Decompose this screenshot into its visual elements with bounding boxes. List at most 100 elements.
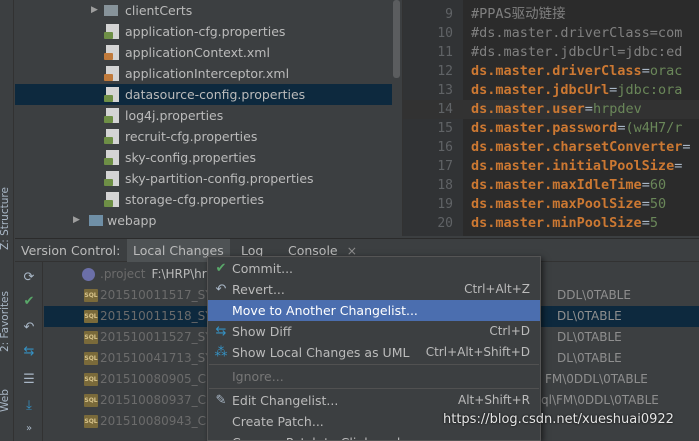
property-value: 50: [649, 196, 667, 212]
tree-item[interactable]: application-cfg.properties: [15, 21, 401, 42]
code-text: ds.master.initialPoolSize=: [471, 157, 682, 176]
code-text: #ds.master.driverClass=com: [471, 24, 682, 43]
sql-file-icon: SQL: [84, 289, 98, 302]
property-key: ds.master.minPoolSize: [471, 215, 642, 231]
tree-item[interactable]: storage-cfg.properties: [15, 189, 401, 210]
tree-item-label: webapp: [107, 213, 157, 228]
menu-item-commit[interactable]: ✔ Commit...: [208, 258, 540, 279]
code-text: ds.master.charsetConverter=: [471, 138, 690, 157]
menu-separator: [209, 388, 539, 389]
menu-item-show-local-changes-as-uml[interactable]: ⁂ Show Local Changes as UML Ctrl+Alt+Shift…: [208, 342, 540, 363]
menu-item-copy-as-patch-to-clipboard[interactable]: Copy as Patch to Clipboard: [208, 432, 540, 440]
tree-item[interactable]: ▶ webapp: [15, 210, 401, 231]
web-tool-tab[interactable]: Web: [0, 389, 11, 412]
rollback-icon[interactable]: ↶: [20, 319, 38, 337]
sql-file-icon: SQL: [84, 352, 98, 365]
menu-item-label: Edit Changelist...: [232, 393, 339, 408]
commit-check-icon[interactable]: ✔: [20, 293, 38, 311]
change-file-path-tail: FM\0DDL\0TABLE: [545, 372, 648, 386]
code-line[interactable]: 14 ds.master.user=hrpdev: [403, 100, 699, 119]
code-line[interactable]: 13 ds.master.jdbcUrl=jdbc:ora: [403, 81, 699, 100]
code-text: ds.master.driverClass=orac: [471, 62, 682, 81]
code-line[interactable]: 15 ds.master.password=(w4H7/r: [403, 119, 699, 138]
tree-item[interactable]: applicationInterceptor.xml: [15, 63, 401, 84]
diff-icon[interactable]: ⇆: [20, 343, 38, 361]
expand-arrow-icon[interactable]: ▶: [91, 0, 98, 21]
menu-item-ignore: Ignore...: [208, 366, 540, 387]
code-line[interactable]: 19 ds.master.maxPoolSize=50: [403, 195, 699, 214]
property-value: (w4H7/r: [625, 120, 683, 136]
tree-scrollbar-thumb[interactable]: [393, 0, 400, 78]
menu-item-show-diff[interactable]: ⇆ Show Diff Ctrl+D: [208, 321, 540, 342]
change-file-name: 201510011518_SYS: [100, 309, 221, 323]
properties-file-icon: [104, 87, 119, 102]
code-line[interactable]: 11 #ds.master.jdbcUrl=jdbc:ed: [403, 43, 699, 62]
line-number: 19: [437, 197, 453, 212]
expand-arrow-icon[interactable]: ▶: [73, 210, 80, 231]
tree-item[interactable]: log4j.properties: [15, 105, 401, 126]
eclipse-project-icon: [82, 268, 95, 281]
menu-item-edit-changelist[interactable]: ✎ Edit Changelist... Alt+Shift+R: [208, 390, 540, 411]
watermark-text: https://blog.csdn.net/xueshuai0922: [443, 412, 674, 427]
properties-file-icon: [104, 171, 119, 186]
sql-file-icon: SQL: [84, 373, 98, 386]
tree-scrollbar[interactable]: [392, 0, 401, 236]
line-number: 18: [437, 178, 453, 193]
equals-sign: =: [674, 158, 683, 174]
properties-file-icon: [104, 192, 119, 207]
code-line[interactable]: 16 ds.master.charsetConverter=: [403, 138, 699, 157]
code-line[interactable]: 20 ds.master.minPoolSize=5: [403, 214, 699, 233]
comment-text: #PPAS驱动链接: [471, 6, 566, 22]
change-file-path-tail: DDL\0TABLE: [557, 288, 631, 302]
project-tree: ▶ clientCerts application-cfg.properties ap…: [15, 0, 401, 236]
structure-tool-tab[interactable]: Z: Structure: [0, 187, 11, 250]
menu-item-revert[interactable]: ↶ Revert... Ctrl+Alt+Z: [208, 279, 540, 300]
code-line[interactable]: 18 ds.master.maxIdleTime=60: [403, 176, 699, 195]
line-number: 12: [437, 64, 453, 79]
tree-item-label: applicationInterceptor.xml: [125, 66, 290, 81]
more-icon[interactable]: »: [20, 420, 38, 438]
equals-sign: =: [641, 196, 650, 212]
code-text: ds.master.maxPoolSize=50: [471, 195, 666, 214]
code-line[interactable]: 10 #ds.master.driverClass=com: [403, 24, 699, 43]
tree-item[interactable]: sky-config.properties: [15, 147, 401, 168]
list-icon[interactable]: ☰: [20, 371, 38, 389]
tree-item-label: application-cfg.properties: [125, 24, 286, 39]
properties-file-icon: [104, 108, 119, 123]
menu-item-shortcut: Ctrl+D: [489, 324, 530, 338]
tree-item[interactable]: recruit-cfg.properties: [15, 126, 401, 147]
tree-item-label: applicationContext.xml: [125, 45, 270, 60]
line-number: 10: [437, 26, 453, 41]
check-icon: ✔: [215, 261, 227, 276]
property-value: jdbc:ora: [617, 82, 683, 98]
code-editor[interactable]: 9 #PPAS驱动链接 10 #ds.master.driverClass=com 11…: [402, 0, 699, 236]
tree-item[interactable]: ▶ clientCerts: [15, 0, 401, 21]
tree-item[interactable]: applicationContext.xml: [15, 42, 401, 63]
equals-sign: =: [641, 177, 650, 193]
tree-item[interactable]: sky-partition-config.properties: [15, 168, 401, 189]
code-text: ds.master.jdbcUrl=jdbc:ora: [471, 81, 682, 100]
line-number: 20: [437, 216, 453, 231]
version-control-toolbar: ⟳ ✔ ↶ ⇆ ☰ ⤓ »: [15, 262, 43, 441]
property-key: ds.master.jdbcUrl: [471, 82, 610, 98]
tree-item[interactable]: datasource-config.properties: [15, 84, 401, 105]
code-text: ds.master.maxIdleTime=60: [471, 176, 666, 195]
properties-file-icon: [104, 24, 119, 39]
code-line[interactable]: 17 ds.master.initialPoolSize=: [403, 157, 699, 176]
menu-item-label: Revert...: [232, 282, 285, 297]
property-value: hrpdev: [592, 101, 642, 117]
uml-icon: ⁂: [214, 345, 228, 360]
property-key: ds.master.password: [471, 120, 618, 136]
code-line[interactable]: 9 #PPAS驱动链接: [403, 5, 699, 24]
change-file-path-tail: ql\FM\0DDL\0TABLE: [541, 393, 659, 407]
download-icon[interactable]: ⤓: [20, 397, 38, 415]
refresh-icon[interactable]: ⟳: [20, 269, 38, 287]
code-line[interactable]: 12 ds.master.driverClass=orac: [403, 62, 699, 81]
tree-item-label: sky-partition-config.properties: [125, 171, 314, 186]
menu-item-label: Create Patch...: [232, 414, 324, 429]
line-number: 14: [437, 102, 453, 117]
change-file-path-tail: DL\0TABLE: [557, 351, 622, 365]
favorites-tool-tab[interactable]: 2: Favorites: [0, 291, 11, 352]
line-number: 15: [437, 121, 453, 136]
menu-item-move-to-another-changelist[interactable]: Move to Another Changelist...: [208, 300, 540, 321]
